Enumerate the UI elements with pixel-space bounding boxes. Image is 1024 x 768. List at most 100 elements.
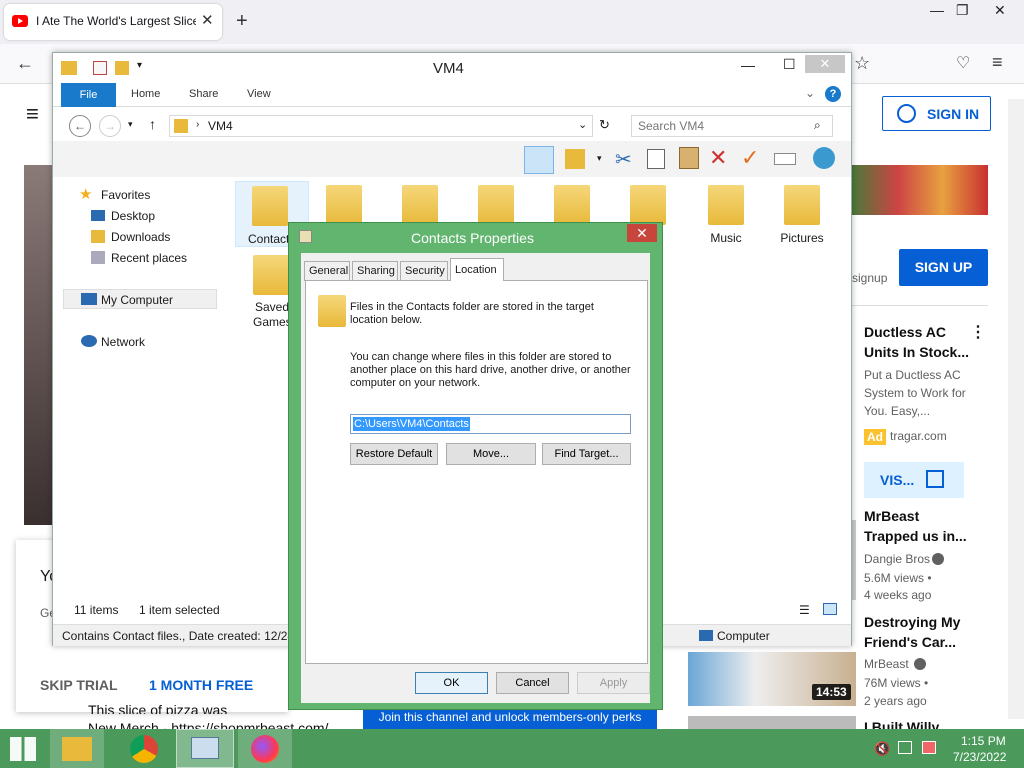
- tab-close-icon[interactable]: ✕: [201, 11, 214, 29]
- chrome-taskbar-icon[interactable]: [118, 729, 172, 768]
- restore-icon[interactable]: ❐: [956, 2, 969, 19]
- find-target-button[interactable]: Find Target...: [542, 443, 631, 465]
- tab-file[interactable]: File: [61, 83, 116, 107]
- tab-general[interactable]: General: [304, 261, 350, 281]
- file-explorer-taskbar-icon[interactable]: [50, 729, 104, 768]
- nav-downloads[interactable]: Downloads: [111, 230, 170, 244]
- copy-icon[interactable]: [647, 149, 665, 169]
- video-player[interactable]: [24, 165, 54, 525]
- folder-icon[interactable]: [478, 185, 514, 225]
- nav-network[interactable]: Network: [101, 335, 145, 349]
- network-tray-icon[interactable]: [898, 741, 912, 754]
- volume-muted-icon[interactable]: 🔇: [874, 741, 890, 757]
- large-icons-view-icon[interactable]: [823, 603, 837, 615]
- history-dropdown-icon[interactable]: ▾: [128, 119, 133, 130]
- folder-label[interactable]: Saved: [255, 300, 289, 314]
- checkmark-icon[interactable]: ✓: [741, 145, 759, 171]
- saved-games-folder-icon[interactable]: [253, 255, 289, 295]
- breadcrumb[interactable]: VM4: [208, 119, 233, 133]
- remote-desktop-taskbar-icon[interactable]: [176, 729, 234, 768]
- forward-icon[interactable]: →: [99, 115, 121, 137]
- restore-default-button[interactable]: Restore Default: [350, 443, 438, 465]
- folder-icon[interactable]: [402, 185, 438, 225]
- video-title[interactable]: MrBeast Trapped us in...: [864, 506, 974, 546]
- visit-button[interactable]: VIS...: [864, 462, 964, 498]
- firefox-taskbar-icon[interactable]: [238, 729, 292, 768]
- search-icon[interactable]: ⌕: [814, 118, 821, 133]
- folder-icon[interactable]: [554, 185, 590, 225]
- folder-label[interactable]: Music: [691, 231, 761, 245]
- path-field[interactable]: C:\Users\VM4\Contacts: [350, 414, 631, 434]
- chevron-down-icon[interactable]: ▾: [597, 153, 602, 164]
- search-input[interactable]: [638, 117, 808, 135]
- search-box[interactable]: ⌕: [631, 115, 833, 137]
- rename-icon[interactable]: [774, 153, 796, 165]
- clock-time[interactable]: 1:15 PM: [961, 734, 1006, 748]
- nav-recent-places[interactable]: Recent places: [111, 251, 187, 265]
- tab-share[interactable]: Share: [189, 88, 218, 100]
- ribbon-expand-icon[interactable]: ⌄: [805, 86, 815, 100]
- back-icon[interactable]: ←: [69, 115, 91, 137]
- chevron-down-icon[interactable]: ▾: [137, 60, 142, 71]
- dialog-title-bar[interactable]: Contacts Properties ✕: [289, 223, 662, 251]
- explorer-title-bar[interactable]: ▾ VM4 — ☐ ✕: [53, 53, 851, 83]
- video-thumbnail[interactable]: [688, 716, 856, 729]
- menu-icon[interactable]: ≡: [992, 52, 1003, 73]
- pocket-icon[interactable]: ♡: [956, 53, 970, 73]
- back-icon[interactable]: ←: [16, 53, 34, 74]
- folder-icon[interactable]: [326, 185, 362, 225]
- cancel-button[interactable]: Cancel: [496, 672, 569, 694]
- dialog-close-button[interactable]: ✕: [627, 224, 657, 242]
- tab-location[interactable]: Location: [450, 258, 504, 281]
- globe-icon[interactable]: [813, 147, 835, 169]
- minimize-icon[interactable]: —: [741, 57, 755, 73]
- minimize-icon[interactable]: —: [930, 2, 944, 18]
- paste-icon[interactable]: [679, 147, 699, 169]
- ad-title[interactable]: Ductless AC Units In Stock...: [864, 322, 974, 362]
- merch-link[interactable]: New Merch - https://shopmrbeast.com/: [88, 720, 368, 729]
- month-free-button[interactable]: 1 MONTH FREE: [149, 677, 253, 693]
- video-thumbnail[interactable]: 14:53: [688, 652, 856, 706]
- music-folder-icon[interactable]: [708, 185, 744, 225]
- refresh-icon[interactable]: ↻: [599, 117, 610, 133]
- video-channel[interactable]: MrBeast: [864, 654, 909, 674]
- nav-desktop[interactable]: Desktop: [111, 209, 155, 223]
- pictures-folder-icon[interactable]: [784, 185, 820, 225]
- folder-label[interactable]: Pictures: [767, 231, 837, 245]
- video-channel[interactable]: Dangie Bros: [864, 549, 930, 569]
- apply-button[interactable]: Apply: [577, 672, 650, 694]
- new-folder-icon[interactable]: [115, 61, 129, 75]
- nav-my-computer[interactable]: My Computer: [101, 293, 173, 307]
- clock-date[interactable]: 7/23/2022: [953, 750, 1006, 764]
- nav-favorites[interactable]: Favorites: [101, 188, 150, 202]
- properties-icon[interactable]: [93, 61, 107, 75]
- action-center-icon[interactable]: [922, 741, 936, 754]
- cut-icon[interactable]: ✂: [615, 147, 632, 172]
- address-bar[interactable]: › VM4 ⌄: [169, 115, 593, 137]
- select-icon[interactable]: [565, 149, 585, 169]
- close-window-icon[interactable]: ✕: [994, 2, 1006, 19]
- close-icon[interactable]: ✕: [805, 55, 845, 73]
- sign-in-button[interactable]: SIGN IN: [882, 96, 991, 131]
- chevron-down-icon[interactable]: ⌄: [578, 118, 587, 131]
- bookmark-star-icon[interactable]: ☆: [854, 53, 870, 74]
- video-title[interactable]: I Built Willy...: [864, 717, 974, 729]
- tab-home[interactable]: Home: [131, 88, 160, 100]
- preview-pane-icon[interactable]: [524, 146, 554, 174]
- folder-label[interactable]: Games: [253, 315, 292, 329]
- folder-icon[interactable]: [630, 185, 666, 225]
- scrollbar[interactable]: [1008, 99, 1024, 719]
- tab-security[interactable]: Security: [400, 261, 448, 281]
- maximize-icon[interactable]: ☐: [783, 56, 796, 73]
- browser-tab[interactable]: I Ate The World's Largest Slice Of Pizza…: [4, 4, 222, 40]
- delete-icon[interactable]: ✕: [709, 145, 727, 171]
- skip-trial-button[interactable]: SKIP TRIAL: [40, 677, 118, 693]
- breadcrumb-chevron-icon[interactable]: ›: [196, 119, 199, 130]
- more-options-icon[interactable]: ⋮: [970, 322, 986, 342]
- details-view-icon[interactable]: ☰: [799, 603, 810, 617]
- ok-button[interactable]: OK: [415, 672, 488, 694]
- windows-start-icon[interactable]: [10, 737, 36, 761]
- new-tab-icon[interactable]: +: [236, 10, 248, 33]
- sign-up-button[interactable]: SIGN UP: [899, 249, 988, 286]
- tab-sharing[interactable]: Sharing: [352, 261, 398, 281]
